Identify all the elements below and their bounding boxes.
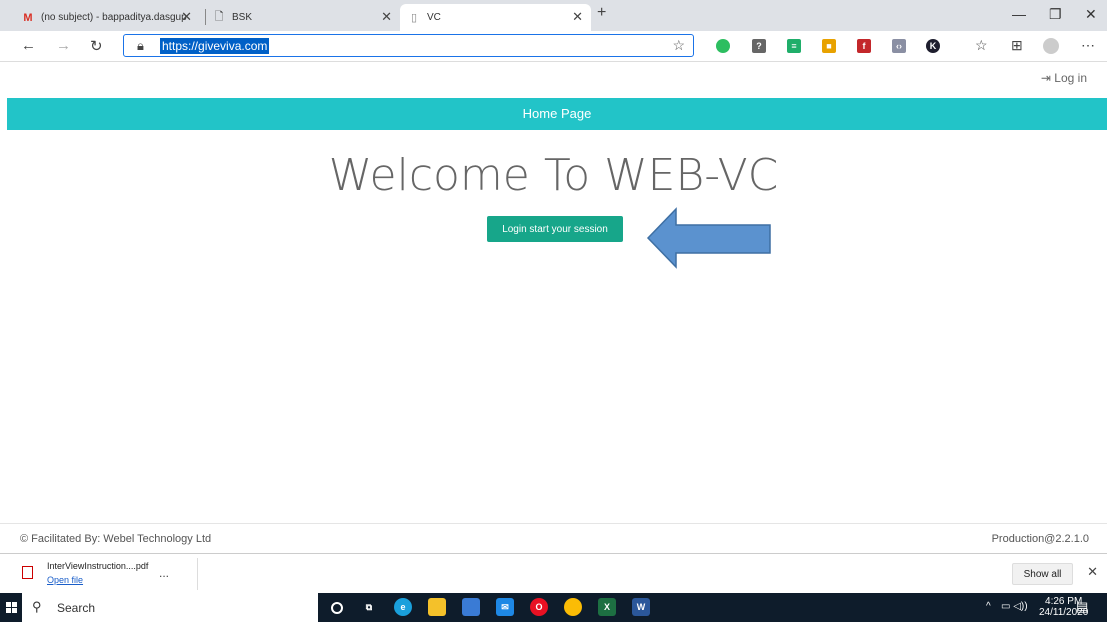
word-icon[interactable]: W bbox=[632, 598, 650, 616]
close-tab-icon[interactable]: ✕ bbox=[381, 9, 392, 25]
gmail-icon: M bbox=[23, 11, 33, 24]
lock-icon[interactable]: 🔒︎ bbox=[137, 38, 144, 54]
nav-band: Home Page bbox=[7, 98, 1107, 130]
search-icon: ⚲ bbox=[32, 599, 42, 614]
tab-gmail[interactable]: M (no subject) - bappaditya.dasgup ✕ bbox=[14, 4, 200, 31]
opera-icon[interactable]: O bbox=[530, 598, 548, 616]
tab-title: BSK bbox=[232, 12, 253, 23]
store-icon[interactable] bbox=[462, 598, 480, 616]
more-menu-icon[interactable]: ⋯ bbox=[1081, 37, 1095, 54]
tab-title: VC bbox=[427, 12, 441, 23]
tab-title: (no subject) - bappaditya.dasgup bbox=[41, 12, 187, 23]
footer-version: Production@2.2.1.0 bbox=[991, 533, 1089, 545]
chrome-icon[interactable] bbox=[564, 598, 582, 616]
web-page: ⇥ Log in Home Page Welcome To WEB-VC Log… bbox=[0, 62, 1107, 553]
new-tab-button[interactable]: + bbox=[597, 4, 606, 22]
code-extension-icon[interactable]: ‹› bbox=[892, 39, 906, 53]
k-extension-icon[interactable]: K bbox=[926, 39, 940, 53]
windows-taskbar: ⚲ Search ⧉ e ✉ O X W ^ ▭ ◁)) 4:26 PM 24/… bbox=[0, 593, 1107, 622]
open-file-link[interactable]: Open file bbox=[47, 575, 83, 585]
tab-bsk[interactable]: 🗋 BSK ✕ bbox=[205, 4, 400, 31]
restore-button[interactable]: ❐ bbox=[1049, 6, 1062, 23]
download-item[interactable]: InterViewInstruction....pdf Open file ..… bbox=[14, 558, 198, 590]
flash-extension-icon[interactable]: f bbox=[857, 39, 871, 53]
forward-icon[interactable]: → bbox=[56, 37, 71, 54]
tab-vc[interactable]: ▯ VC ✕ bbox=[400, 4, 591, 31]
login-link[interactable]: ⇥ Log in bbox=[1041, 71, 1087, 85]
profile-avatar[interactable] bbox=[1043, 38, 1059, 54]
home-page-link[interactable]: Home Page bbox=[7, 106, 1107, 121]
login-icon: ⇥ bbox=[1040, 71, 1051, 85]
minimize-button[interactable]: — bbox=[1012, 6, 1026, 22]
edge-icon[interactable]: e bbox=[394, 598, 412, 616]
lock-extension-icon[interactable]: ■ bbox=[822, 39, 836, 53]
back-icon[interactable]: ← bbox=[21, 37, 36, 54]
url-text[interactable]: https://giveviva.com bbox=[160, 38, 270, 54]
close-download-shelf-icon[interactable]: ✕ bbox=[1087, 564, 1098, 580]
evernote-icon[interactable] bbox=[716, 39, 730, 53]
windows-start-button[interactable] bbox=[0, 593, 22, 622]
login-link-label[interactable]: Log in bbox=[1054, 71, 1087, 85]
footer-credit: © Facilitated By: Webel Technology Ltd bbox=[20, 533, 212, 545]
download-more-button[interactable]: ... bbox=[159, 566, 169, 580]
task-view-icon[interactable]: ⧉ bbox=[360, 598, 378, 616]
left-arrow-annotation bbox=[646, 207, 771, 269]
file-explorer-icon[interactable] bbox=[428, 598, 446, 616]
show-hidden-icons[interactable]: ^ bbox=[986, 601, 991, 612]
windows-logo-icon bbox=[6, 602, 17, 613]
page-icon: 🗋 bbox=[214, 11, 224, 23]
cortana-icon[interactable] bbox=[331, 602, 343, 614]
page-footer: © Facilitated By: Webel Technology Ltd P… bbox=[0, 523, 1107, 553]
login-start-session-button[interactable]: Login start your session bbox=[487, 216, 623, 242]
help-extension-icon[interactable]: ? bbox=[752, 39, 766, 53]
collections-icon[interactable]: ⊞ bbox=[1011, 37, 1023, 54]
tab-strip: M (no subject) - bappaditya.dasgup ✕ 🗋 B… bbox=[0, 0, 1107, 31]
search-placeholder: Search bbox=[57, 601, 96, 615]
refresh-icon[interactable]: ↻ bbox=[90, 37, 103, 55]
favorite-star-icon[interactable]: ☆ bbox=[672, 37, 685, 54]
mail-icon[interactable]: ✉ bbox=[496, 598, 514, 616]
pdf-icon bbox=[22, 566, 33, 579]
taskbar-search[interactable]: ⚲ Search bbox=[22, 593, 318, 622]
close-tab-icon[interactable]: ✕ bbox=[572, 9, 583, 25]
address-bar[interactable]: 🔒︎ https://giveviva.com ☆ bbox=[123, 34, 694, 57]
notification-icon[interactable]: ▤ bbox=[1076, 599, 1088, 615]
page-icon: ▯ bbox=[410, 12, 418, 24]
save-extension-icon[interactable]: ≡ bbox=[787, 39, 801, 53]
download-filename: InterViewInstruction....pdf bbox=[47, 561, 149, 571]
network-volume-icons[interactable]: ▭ ◁)) bbox=[1001, 601, 1028, 612]
close-window-button[interactable]: ✕ bbox=[1085, 6, 1097, 23]
favorites-icon[interactable]: ☆ bbox=[975, 37, 988, 54]
excel-icon[interactable]: X bbox=[598, 598, 616, 616]
close-tab-icon[interactable]: ✕ bbox=[181, 9, 192, 25]
show-all-button[interactable]: Show all bbox=[1012, 563, 1073, 585]
browser-toolbar: ← → ↻ 🔒︎ https://giveviva.com ☆ ? ≡ ■ f … bbox=[0, 31, 1107, 62]
page-title: Welcome To WEB-VC bbox=[328, 150, 779, 201]
download-shelf: InterViewInstruction....pdf Open file ..… bbox=[0, 553, 1107, 593]
